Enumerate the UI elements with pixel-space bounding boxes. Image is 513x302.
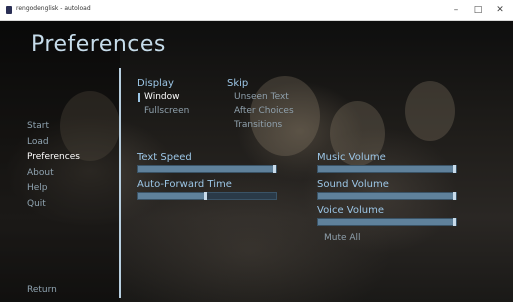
display-option-window[interactable]: Window [144,92,180,102]
background-figure [250,76,320,156]
nav-divider [119,68,121,298]
auto-forward-label: Auto-Forward Time [137,179,232,190]
skip-option-transitions[interactable]: Transitions [234,120,282,130]
text-speed-label: Text Speed [137,152,192,163]
slider-thumb[interactable] [204,192,207,200]
nav-item-help[interactable]: Help [27,183,48,193]
music-volume-slider[interactable] [317,165,457,173]
window-title: rengodenglisk - autoload [16,5,91,12]
return-button[interactable]: Return [27,285,57,295]
voice-volume-label: Voice Volume [317,205,384,216]
slider-thumb[interactable] [453,165,456,173]
sound-volume-label: Sound Volume [317,179,389,190]
nav-item-start[interactable]: Start [27,121,49,131]
background-figure [405,81,455,141]
slider-fill [138,193,207,199]
page-title: Preferences [31,32,166,57]
slider-fill [318,193,456,199]
auto-forward-slider[interactable] [137,192,277,200]
voice-volume-slider[interactable] [317,218,457,226]
nav-item-preferences[interactable]: Preferences [27,152,80,162]
text-speed-slider[interactable] [137,165,277,173]
music-volume-label: Music Volume [317,152,386,163]
slider-fill [138,166,276,172]
display-label: Display [137,78,174,89]
skip-option-unseen-text[interactable]: Unseen Text [234,92,289,102]
slider-fill [318,166,456,172]
app-icon [6,6,12,14]
nav-item-load[interactable]: Load [27,137,49,147]
slider-thumb[interactable] [273,165,276,173]
skip-label: Skip [227,78,249,89]
slider-thumb[interactable] [453,192,456,200]
slider-fill [318,219,456,225]
window-titlebar: rengodenglisk - autoload – □ ✕ [0,0,513,21]
nav-item-quit[interactable]: Quit [27,199,46,209]
nav-item-about[interactable]: About [27,168,54,178]
close-button[interactable]: ✕ [489,2,511,18]
selection-marker [138,93,140,102]
skip-option-after-choices[interactable]: After Choices [234,106,294,116]
maximize-button[interactable]: □ [467,2,489,18]
mute-all-button[interactable]: Mute All [324,233,361,243]
sound-volume-slider[interactable] [317,192,457,200]
display-option-fullscreen[interactable]: Fullscreen [144,106,189,116]
minimize-button[interactable]: – [445,2,467,18]
slider-thumb[interactable] [453,218,456,226]
